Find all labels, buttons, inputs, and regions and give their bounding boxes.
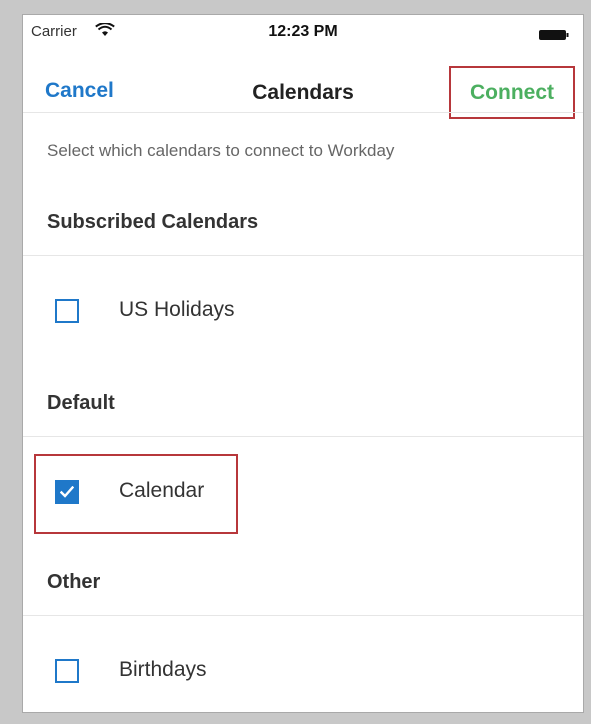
checkmark-icon (60, 486, 74, 498)
section-header-subscribed: Subscribed Calendars (47, 211, 259, 233)
calendar-label: Birthdays (119, 658, 207, 681)
calendar-row-calendar[interactable]: Calendar (23, 447, 583, 537)
section-divider (23, 436, 583, 437)
section-divider (23, 255, 583, 256)
phone-screen: Carrier 12:23 PM Cancel Calendars Connec… (22, 14, 584, 713)
navigation-bar: Cancel Calendars Connect (23, 51, 583, 119)
checkbox-us-holidays[interactable] (55, 299, 79, 323)
section-header-other: Other (47, 571, 101, 593)
status-bar: Carrier 12:23 PM (23, 15, 583, 49)
battery-icon (539, 27, 569, 40)
calendar-row-us-holidays[interactable]: US Holidays (23, 266, 583, 356)
status-time: 12:23 PM (268, 23, 338, 40)
nav-divider (23, 112, 583, 113)
section-divider (23, 615, 583, 616)
section-header-default: Default (47, 392, 115, 414)
checkbox-calendar[interactable] (55, 480, 79, 504)
instructions-text: Select which calendars to connect to Wor… (47, 141, 395, 160)
calendar-row-birthdays[interactable]: Birthdays (23, 626, 583, 712)
calendar-label: US Holidays (119, 298, 235, 321)
checkbox-birthdays[interactable] (55, 659, 79, 683)
calendar-label: Calendar (119, 479, 205, 502)
cancel-button[interactable]: Cancel (45, 79, 114, 103)
